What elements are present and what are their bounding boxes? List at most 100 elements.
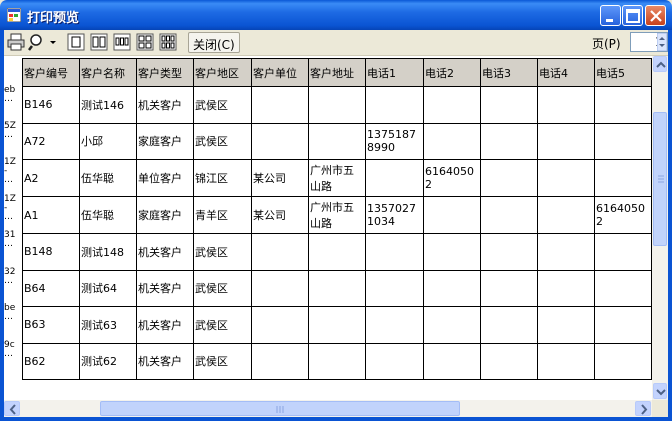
table-cell: 13751878990 — [365, 122, 424, 160]
table-cell — [365, 306, 424, 344]
preview-canvas[interactable]: eb… 5Z… 1Z -… 1Z -… 31… 32… be… 9c… 客户编号 客… — [4, 56, 652, 400]
table-cell — [423, 196, 481, 234]
row-marker: 1Z -… — [4, 157, 16, 185]
one-page-icon — [67, 33, 85, 51]
six-pages-button[interactable] — [159, 33, 177, 53]
row-marker: 31… — [4, 230, 16, 249]
table-cell — [423, 122, 481, 160]
close-icon — [650, 10, 662, 22]
column-header: 电话4 — [537, 58, 595, 87]
four-pages-button[interactable] — [136, 33, 154, 53]
table-cell: 机关客户 — [136, 233, 194, 271]
table-cell: 广州市五山路 — [308, 196, 366, 234]
table-cell — [480, 122, 538, 160]
vertical-scrollbar[interactable] — [652, 56, 668, 400]
maximize-button[interactable] — [622, 5, 643, 26]
table-cell — [594, 159, 652, 197]
table-cell — [365, 233, 424, 271]
table-cell — [308, 269, 366, 307]
column-header: 客户类型 — [136, 58, 194, 87]
chevron-left-icon — [9, 404, 16, 415]
close-window-button[interactable] — [645, 5, 666, 26]
app-icon — [7, 8, 21, 22]
scroll-down-button[interactable] — [653, 383, 667, 399]
table-cell: 测试63 — [79, 306, 137, 344]
one-page-button[interactable] — [67, 33, 85, 53]
table-cell — [251, 342, 309, 380]
page-spinner-icon[interactable] — [657, 33, 667, 51]
table-cell — [365, 159, 424, 197]
row-marker: 32… — [4, 267, 16, 286]
window-title: 打印预览 — [27, 11, 80, 26]
table-cell: B148 — [22, 233, 80, 271]
minimize-button[interactable] — [600, 5, 621, 26]
horizontal-scroll-thumb[interactable] — [100, 401, 460, 416]
table-cell: 广州市五山路 — [308, 159, 366, 197]
table-cell — [537, 306, 595, 344]
column-header: 电话2 — [423, 58, 481, 87]
four-pages-icon — [136, 33, 154, 51]
vertical-scroll-thumb[interactable] — [653, 112, 667, 246]
table-row: B63 测试63 机关客户 武侯区 — [22, 306, 652, 344]
table-cell: 青羊区 — [193, 196, 252, 234]
table-cell — [480, 159, 538, 197]
printer-icon — [7, 33, 25, 51]
table-cell: 武侯区 — [193, 122, 252, 160]
scroll-up-button[interactable] — [653, 56, 667, 72]
table-cell — [537, 86, 595, 124]
table-cell — [251, 233, 309, 271]
window-border-bottom — [0, 417, 672, 421]
page-number-input[interactable]: 1 — [630, 32, 668, 52]
table-cell — [423, 269, 481, 307]
table-cell: A72 — [22, 122, 80, 160]
column-header: 客户单位 — [251, 58, 309, 87]
table-cell: 小邱 — [79, 122, 137, 160]
report-table: 客户编号 客户名称 客户类型 客户地区 客户单位 客户地址 电话1 电话2 电话… — [22, 58, 652, 380]
column-header: 客户编号 — [22, 58, 80, 87]
table-cell: 机关客户 — [136, 306, 194, 344]
table-cell: 61640502 — [423, 159, 481, 197]
table-cell — [594, 86, 652, 124]
table-row: B148 测试148 机关客户 武侯区 — [22, 233, 652, 271]
table-cell: 机关客户 — [136, 269, 194, 307]
row-marker-column: eb… 5Z… 1Z -… 1Z -… 31… 32… be… 9c… — [4, 56, 22, 400]
table-row: B62 测试62 机关客户 武侯区 — [22, 342, 652, 380]
three-pages-icon — [113, 33, 131, 51]
table-cell — [365, 86, 424, 124]
table-cell: 家庭客户 — [136, 196, 194, 234]
scroll-left-button[interactable] — [4, 401, 20, 416]
row-marker: 1Z -… — [4, 194, 16, 222]
horizontal-scrollbar[interactable] — [4, 400, 652, 417]
table-cell: A1 — [22, 196, 80, 234]
two-pages-icon — [90, 33, 108, 51]
table-cell: 机关客户 — [136, 342, 194, 380]
table-cell — [308, 86, 366, 124]
table-cell: B63 — [22, 306, 80, 344]
close-preview-button[interactable]: 关闭(C) — [188, 32, 240, 53]
table-cell — [308, 342, 366, 380]
scroll-right-button[interactable] — [635, 401, 651, 416]
table-cell — [251, 306, 309, 344]
column-header: 电话3 — [480, 58, 538, 87]
table-cell — [423, 233, 481, 271]
table-cell: 13570271034 — [365, 196, 424, 234]
table-cell — [480, 233, 538, 271]
two-pages-button[interactable] — [90, 33, 108, 53]
table-cell — [594, 122, 652, 160]
column-header: 电话1 — [365, 58, 424, 87]
three-pages-button[interactable] — [113, 33, 131, 53]
table-cell — [365, 342, 424, 380]
column-header: 客户名称 — [79, 58, 137, 87]
print-button[interactable] — [7, 33, 25, 53]
table-cell: 测试62 — [79, 342, 137, 380]
table-cell — [537, 196, 595, 234]
zoom-button[interactable] — [28, 33, 58, 53]
table-cell: 武侯区 — [193, 306, 252, 344]
table-cell — [537, 269, 595, 307]
table-cell: 测试148 — [79, 233, 137, 271]
title-bar[interactable]: 打印预览 — [0, 0, 672, 30]
table-cell — [251, 86, 309, 124]
window-border-right — [668, 30, 672, 421]
table-cell — [480, 196, 538, 234]
table-cell: B64 — [22, 269, 80, 307]
